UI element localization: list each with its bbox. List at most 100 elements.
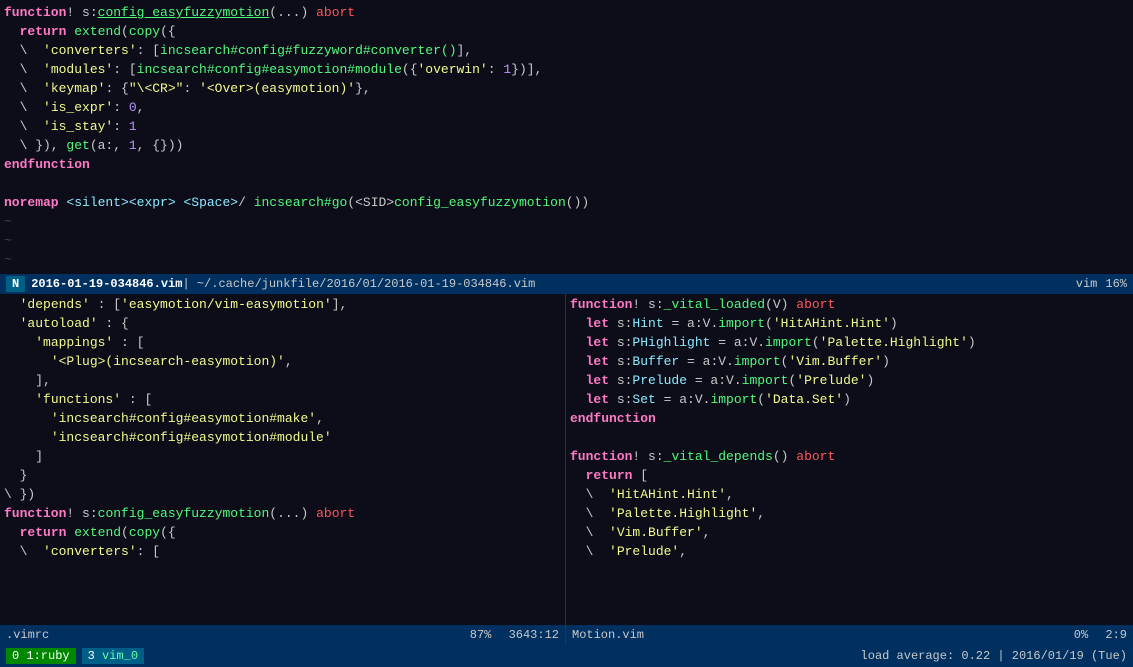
str-cr-key: "\<CR>" (129, 80, 184, 99)
l-str-module: 'incsearch#config#easymotion#module' (51, 429, 332, 448)
tab-list: 0 1:ruby 3 vim_0 (6, 648, 144, 664)
r-str-prelude2: 'Prelude' (609, 543, 679, 562)
l-str-easymotion-path: 'easymotion/vim-easymotion' (121, 296, 332, 315)
right-line-11: \ 'HitAHint.Hint', (566, 486, 1133, 505)
keyword-noremap: noremap (4, 194, 59, 213)
keyword-endfunction: endfunction (4, 156, 90, 175)
fn-name-config: config_easyfuzzymotion (98, 4, 270, 23)
left-line-8: 'incsearch#config#easymotion#module' (0, 429, 565, 448)
tab-0-num: 0 (12, 649, 19, 663)
l-str-plug: '<Plug>(incsearch-easymotion)' (51, 353, 285, 372)
left-pane-status: .vimrc 87% 3643:12 (0, 625, 565, 645)
right-line-6: let s:Set = a:V.import('Data.Set') (566, 391, 1133, 410)
left-line-10: } (0, 467, 565, 486)
left-line-1: 'depends' : ['easymotion/vim-easymotion'… (0, 296, 565, 315)
left-pct: 87% (470, 628, 492, 642)
left-line-14: \ 'converters': [ (0, 543, 565, 562)
right-pos: 2:9 (1105, 628, 1127, 642)
r-fn-import2: import (765, 334, 812, 353)
r-kw-let4: let (586, 372, 609, 391)
right-line-14: \ 'Prelude', (566, 543, 1133, 562)
right-code-scroll[interactable]: function! s:_vital_loaded(V) abort let s… (566, 294, 1133, 625)
fn-extend: extend (74, 23, 121, 42)
code-line-3: \ 'converters': [incsearch#config#fuzzyw… (0, 42, 1133, 61)
split-panes: 'depends' : ['easymotion/vim-easymotion'… (0, 294, 1133, 645)
l-kw-function: function (4, 505, 66, 524)
r-kw-let5: let (586, 391, 609, 410)
r-fn-import5: import (710, 391, 757, 410)
str-over-easymotion: '<Over>(easymotion)' (199, 80, 355, 99)
str-converters: 'converters' (43, 42, 137, 61)
left-status-right: 87% 3643:12 (470, 628, 559, 642)
r-kw-let3: let (586, 353, 609, 372)
tab-3[interactable]: 3 vim_0 (82, 648, 144, 664)
left-pos: 3643:12 (509, 628, 559, 642)
l-kw-return: return (20, 524, 67, 543)
r-fn-import3: import (734, 353, 781, 372)
l-kw-abort: abort (316, 505, 355, 524)
r-str-dataset: 'Data.Set' (765, 391, 843, 410)
status-path: | ~/.cache/junkfile/2016/01/2016-01-19-0… (182, 277, 535, 291)
code-line-8: \ }), get(a:, 1, {})) (0, 137, 1133, 156)
r-str-hitahint: 'HitAHint.Hint' (609, 486, 726, 505)
left-line-2: 'autoload' : { (0, 315, 565, 334)
r-kw-let1: let (586, 315, 609, 334)
r-var-prelude: Prelude (632, 372, 687, 391)
right-line-9: function! s:_vital_depends() abort (566, 448, 1133, 467)
tilde-char-3: ~ (4, 251, 12, 270)
r-str-buffer: 'Vim.Buffer' (788, 353, 882, 372)
str-is-stay: 'is_stay' (43, 118, 113, 137)
right-line-5: let s:Prelude = a:V.import('Prelude') (566, 372, 1133, 391)
tab-3-num: 3 (88, 649, 95, 663)
l-str-functions: 'functions' (35, 391, 121, 410)
r-var-hint: Hint (632, 315, 663, 334)
mode-badge: N (6, 276, 25, 292)
code-line-4: \ 'modules': [incsearch#config#easymotio… (0, 61, 1133, 80)
right-line-7: endfunction (566, 410, 1133, 429)
left-code-scroll[interactable]: 'depends' : ['easymotion/vim-easymotion'… (0, 294, 565, 625)
kw-space: <Space> (183, 194, 238, 213)
status-percent: 16% (1105, 277, 1127, 291)
r-str-palette: 'Palette.Highlight' (820, 334, 968, 353)
left-line-5: ], (0, 372, 565, 391)
fn-incsearch-converter: incsearch#config#fuzzyword#converter() (160, 42, 456, 61)
main-status-bar: N 2016-01-19-034846.vim | ~/.cache/junkf… (0, 274, 1133, 294)
tilde-char: ~ (4, 213, 12, 232)
code-line-blank (0, 175, 1133, 194)
code-tilde-3: ~ (0, 251, 1133, 270)
tab-0-label: 1:ruby (26, 649, 69, 663)
code-line-9: endfunction (0, 156, 1133, 175)
left-line-6: 'functions' : [ (0, 391, 565, 410)
l-fn-copy: copy (129, 524, 160, 543)
right-status-right: 0% 2:9 (1074, 628, 1127, 642)
code-line-7: \ 'is_stay': 1 (0, 118, 1133, 137)
code-tilde-2: ~ (0, 232, 1133, 251)
right-line-13: \ 'Vim.Buffer', (566, 524, 1133, 543)
code-line-noremap: noremap <silent><expr> <Space>/ incsearc… (0, 194, 1133, 213)
left-line-9: ] (0, 448, 565, 467)
r-var-set: Set (632, 391, 655, 410)
bottom-bar: 0 1:ruby 3 vim_0 load average: 0.22 | 20… (0, 645, 1133, 667)
r-kw-function: function (570, 296, 632, 315)
r-str-palette2: 'Palette.Highlight' (609, 505, 757, 524)
code-line-2: return extend(copy({ (0, 23, 1133, 42)
r-fn-import1: import (718, 315, 765, 334)
left-line-11: \ }) (0, 486, 565, 505)
l-str-make: 'incsearch#config#easymotion#make' (51, 410, 316, 429)
code-line-1: function! s:config_easyfuzzymotion(...) … (0, 4, 1133, 23)
top-code-section: function! s:config_easyfuzzymotion(...) … (0, 0, 1133, 274)
keyword-function: function (4, 4, 66, 23)
fn-copy: copy (129, 23, 160, 42)
tab-0[interactable]: 0 1:ruby (6, 648, 76, 664)
code-line-6: \ 'is_expr': 0, (0, 99, 1133, 118)
l-str-autoload: 'autoload' (20, 315, 98, 334)
code-tilde-1: ~ (0, 213, 1133, 232)
right-line-2: let s:Hint = a:V.import('HitAHint.Hint') (566, 315, 1133, 334)
num-1b: 1 (129, 118, 137, 137)
str-modules: 'modules' (43, 61, 113, 80)
r-str-hint: 'HitAHint.Hint' (773, 315, 890, 334)
keyword-abort: abort (316, 4, 355, 23)
right-line-1: function! s:_vital_loaded(V) abort (566, 296, 1133, 315)
r-str-prelude: 'Prelude' (796, 372, 866, 391)
r-var-buffer: Buffer (632, 353, 679, 372)
